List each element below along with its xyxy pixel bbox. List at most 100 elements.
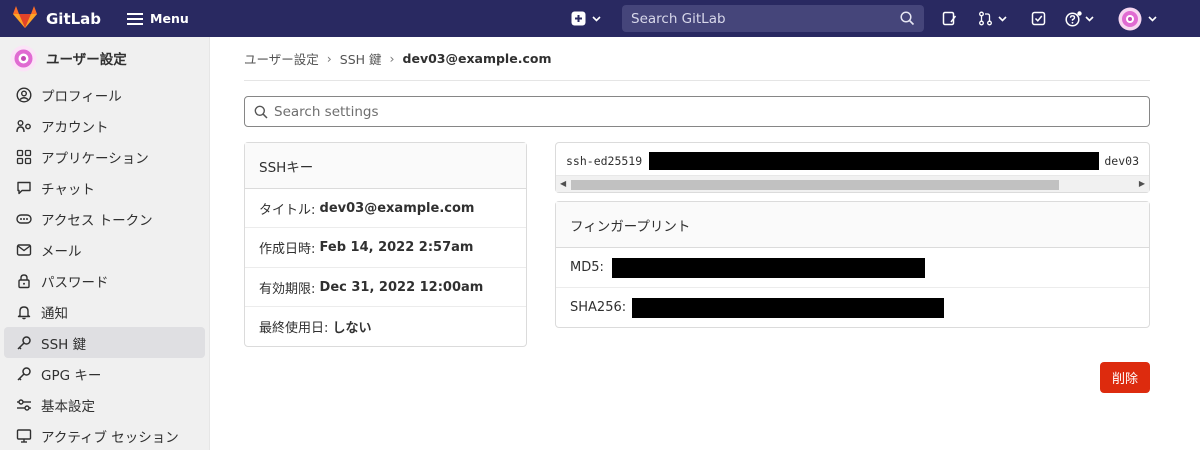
- sidebar-item-notifications[interactable]: 通知: [4, 296, 205, 327]
- row-label: 最終使用日:: [259, 321, 329, 336]
- sidebar-item-ssh-keys[interactable]: SSH 鍵: [4, 327, 205, 358]
- sidebar-item-account[interactable]: アカウント: [4, 110, 205, 141]
- created-row: 作成日時: Feb 14, 2022 2:57am: [245, 228, 526, 268]
- chevron-down-icon: [592, 15, 601, 22]
- plus-square-icon: [571, 11, 586, 26]
- menu-button[interactable]: Menu: [127, 11, 189, 26]
- bell-icon: [16, 304, 32, 320]
- sidebar-item-emails[interactable]: メール: [4, 234, 205, 265]
- sha256-row: SHA256:: [556, 288, 1149, 327]
- search-icon: [900, 11, 915, 26]
- sha256-label: SHA256:: [570, 300, 627, 315]
- row-value: Feb 14, 2022 2:57am: [319, 240, 474, 255]
- sidebar-header[interactable]: ユーザー設定: [0, 37, 209, 79]
- sidebar-item-preferences[interactable]: 基本設定: [4, 389, 205, 420]
- user-avatar-icon: [10, 45, 37, 71]
- key-icon: [16, 335, 32, 351]
- lock-icon: [16, 273, 32, 289]
- expires-row: 有効期限: Dec 31, 2022 12:00am: [245, 268, 526, 307]
- chevron-down-icon: [998, 15, 1007, 22]
- sidebar-item-label: アクティブ セッション: [41, 429, 179, 446]
- profile-icon: [16, 86, 32, 103]
- sidebar-item-chat[interactable]: チャット: [4, 172, 205, 203]
- issues-icon-button[interactable]: [942, 0, 957, 37]
- help-icon: [1065, 10, 1082, 27]
- breadcrumb-separator-icon: ›: [389, 51, 395, 66]
- key-type: ssh-ed25519: [566, 154, 643, 168]
- breadcrumb-separator-icon: ›: [326, 51, 332, 66]
- breadcrumb-current[interactable]: dev03@example.com: [403, 51, 552, 66]
- sidebar-item-gpg-keys[interactable]: GPG キー: [4, 358, 205, 389]
- sidebar-item-active-sessions[interactable]: アクティブ セッション: [4, 420, 205, 450]
- card-header: フィンガープリント: [556, 202, 1149, 248]
- breadcrumb-item-user-settings[interactable]: ユーザー設定: [244, 49, 319, 68]
- settings-search[interactable]: [244, 96, 1150, 127]
- search-input[interactable]: [622, 10, 892, 27]
- sidebar-item-password[interactable]: パスワード: [4, 265, 205, 296]
- new-dropdown-button[interactable]: [571, 0, 601, 37]
- sidebar-item-applications[interactable]: アプリケーション: [4, 141, 205, 172]
- sidebar-item-label: プロフィール: [41, 88, 122, 105]
- row-label: タイトル:: [259, 202, 316, 218]
- sidebar-item-label: パスワード: [41, 274, 109, 291]
- md5-label: MD5:: [570, 260, 604, 275]
- settings-search-input[interactable]: [268, 103, 1118, 120]
- sidebar-title: ユーザー設定: [46, 52, 127, 68]
- brand[interactable]: GitLab: [12, 5, 101, 33]
- key-comment: dev03: [1104, 154, 1139, 168]
- delete-button[interactable]: 削除: [1100, 362, 1150, 393]
- key-text-line: ssh-ed25519 dev03: [556, 143, 1149, 170]
- main-content: ユーザー設定 › SSH 鍵 › dev03@example.com SSHキー…: [244, 37, 1150, 393]
- key-icon: [16, 366, 32, 382]
- chevron-down-icon: [1148, 15, 1157, 22]
- scroll-thumb[interactable]: [571, 180, 1059, 190]
- todos-button[interactable]: [1031, 0, 1046, 37]
- search-icon: [254, 105, 268, 119]
- sidebar-item-label: 通知: [41, 305, 68, 322]
- sidebar-item-profile[interactable]: プロフィール: [4, 79, 205, 110]
- ssh-key-details-card: SSHキー タイトル: dev03@example.com 作成日時: Feb …: [244, 142, 527, 347]
- issues-icon: [942, 11, 957, 26]
- sidebar-item-access-tokens[interactable]: アクセス トークン: [4, 203, 205, 234]
- redacted-sha256: [632, 297, 945, 318]
- row-value: dev03@example.com: [319, 200, 475, 216]
- last-used-row: 最終使用日: しない: [245, 307, 526, 346]
- applications-icon: [16, 149, 32, 165]
- account-icon: [16, 118, 32, 134]
- row-value: しない: [332, 321, 372, 336]
- breadcrumb-item-ssh-keys[interactable]: SSH 鍵: [340, 49, 382, 68]
- sidebar-item-label: メール: [41, 243, 82, 260]
- scroll-left-icon[interactable]: ◀: [560, 179, 566, 188]
- horizontal-scrollbar[interactable]: ◀ ▶: [556, 175, 1149, 192]
- scroll-right-icon[interactable]: ▶: [1139, 179, 1145, 188]
- md5-row: MD5:: [556, 248, 1149, 288]
- global-search[interactable]: [622, 5, 924, 32]
- fingerprints-card: フィンガープリント MD5: SHA256:: [555, 201, 1150, 328]
- ssh-key-content[interactable]: ssh-ed25519 dev03 ◀ ▶: [555, 142, 1150, 193]
- row-label: 有効期限:: [259, 281, 316, 297]
- user-menu-button[interactable]: [1118, 0, 1157, 37]
- brand-name: GitLab: [46, 9, 102, 28]
- chevron-down-icon: [1085, 15, 1094, 22]
- sidebar-item-label: チャット: [41, 181, 95, 198]
- sidebar-item-label: アカウント: [41, 119, 109, 136]
- sidebar: ユーザー設定 プロフィール アカウント アプリケーション チャット アクセス ト…: [0, 37, 210, 450]
- hamburger-icon: [127, 12, 144, 25]
- help-button[interactable]: [1065, 0, 1094, 37]
- row-label: 作成日時:: [259, 242, 316, 257]
- title-row: タイトル: dev03@example.com: [245, 189, 526, 228]
- monitor-icon: [16, 428, 32, 444]
- token-icon: [16, 211, 32, 227]
- sidebar-item-label: GPG キー: [41, 367, 102, 384]
- row-value: Dec 31, 2022 12:00am: [319, 279, 484, 295]
- merge-request-icon: [979, 11, 992, 26]
- sidebar-item-label: SSH 鍵: [41, 336, 87, 353]
- sidebar-item-label: 基本設定: [41, 398, 95, 415]
- todo-check-icon: [1031, 11, 1046, 26]
- sidebar-item-label: アプリケーション: [41, 150, 149, 167]
- avatar: [1118, 7, 1142, 30]
- merge-requests-button[interactable]: [978, 0, 1007, 37]
- redacted-key-body: [649, 151, 1100, 170]
- mail-icon: [16, 242, 32, 258]
- redacted-md5: [611, 257, 925, 278]
